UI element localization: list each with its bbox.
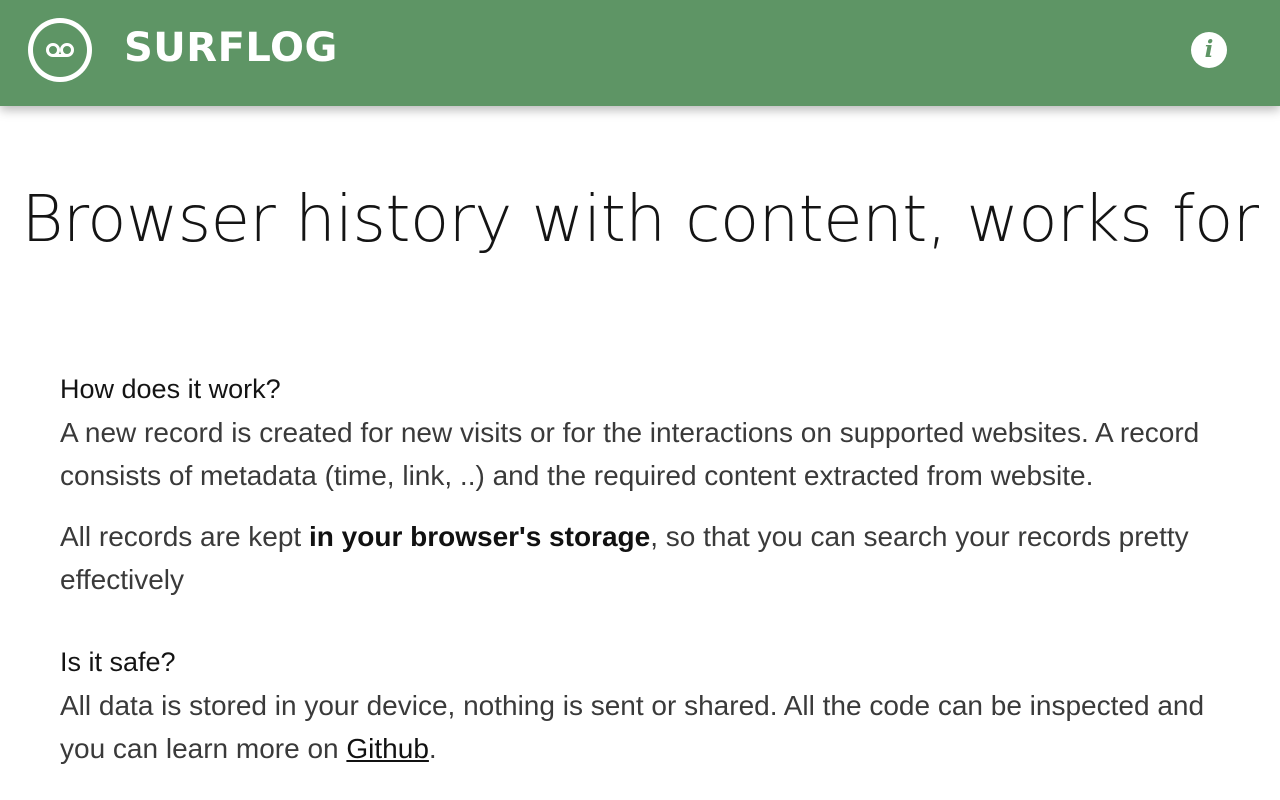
voicemail-icon <box>33 23 87 77</box>
logo <box>28 18 92 82</box>
how-paragraph-2: All records are kept in your browser's s… <box>60 515 1230 601</box>
page-title: Browser history with content, works for <box>21 183 1259 257</box>
how-p2-text-start: All records are kept <box>60 521 309 552</box>
main-content: How does it work? A new record is create… <box>60 368 1230 788</box>
how-paragraph-1: A new record is created for new visits o… <box>60 417 1200 491</box>
app-title: SURFLOG <box>124 25 338 71</box>
storage-emphasis: in your browser's storage <box>309 521 651 552</box>
how-heading: How does it work? <box>60 374 281 404</box>
github-link[interactable]: Github <box>346 733 429 764</box>
safe-paragraph: All data is stored in your device, nothi… <box>60 684 1230 770</box>
safe-text-start: All data is stored in your device, nothi… <box>60 690 1205 764</box>
safe-text-end: . <box>428 733 437 764</box>
info-button[interactable]: i <box>1191 32 1227 68</box>
info-icon: i <box>1204 36 1214 63</box>
safe-heading: Is it safe? <box>60 647 176 677</box>
app-header: SURFLOG i <box>0 0 1280 106</box>
